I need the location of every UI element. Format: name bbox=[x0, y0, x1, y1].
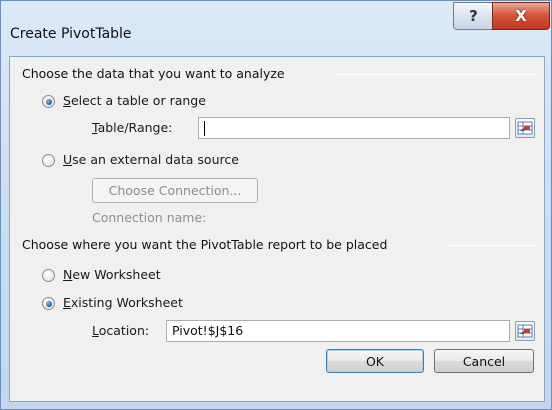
analyze-group-divider bbox=[335, 74, 538, 75]
title-bar[interactable]: Create PivotTable ? X bbox=[1, 1, 551, 53]
close-button[interactable]: X bbox=[492, 2, 550, 30]
location-label: Location: bbox=[92, 323, 150, 338]
select-range-radio[interactable] bbox=[42, 95, 55, 108]
placement-group-divider bbox=[448, 245, 538, 246]
table-range-label: Table/Range: bbox=[92, 120, 173, 135]
placement-group-label: Choose where you want the PivotTable rep… bbox=[22, 237, 388, 252]
connection-name-label: Connection name: bbox=[92, 210, 207, 225]
existing-worksheet-radio[interactable] bbox=[42, 297, 55, 310]
help-icon: ? bbox=[469, 7, 478, 25]
location-collapse-button[interactable] bbox=[515, 321, 535, 341]
location-input[interactable]: Pivot!$J$16 bbox=[166, 320, 510, 342]
cancel-button[interactable]: Cancel bbox=[434, 349, 534, 373]
new-worksheet-radio[interactable] bbox=[42, 269, 55, 282]
ok-button[interactable]: OK bbox=[326, 349, 424, 373]
window-title: Create PivotTable bbox=[10, 26, 132, 42]
choose-connection-button[interactable]: Choose Connection... bbox=[92, 178, 258, 203]
range-selector-icon bbox=[517, 121, 533, 135]
select-range-label[interactable]: Select a table or range bbox=[63, 93, 206, 108]
existing-worksheet-label[interactable]: Existing Worksheet bbox=[63, 295, 183, 310]
text-caret bbox=[204, 121, 205, 136]
external-source-label[interactable]: Use an external data source bbox=[63, 152, 239, 167]
help-button[interactable]: ? bbox=[453, 2, 493, 30]
range-selector-icon bbox=[517, 324, 533, 338]
table-range-collapse-button[interactable] bbox=[515, 118, 535, 138]
table-range-input[interactable] bbox=[198, 117, 510, 139]
create-pivottable-dialog: Create PivotTable ? X Choose the data th… bbox=[0, 0, 552, 410]
analyze-group-label: Choose the data that you want to analyze bbox=[22, 66, 285, 81]
external-source-radio[interactable] bbox=[42, 154, 55, 167]
close-icon: X bbox=[515, 7, 527, 25]
dialog-body: Choose the data that you want to analyze… bbox=[9, 56, 545, 402]
new-worksheet-label[interactable]: New Worksheet bbox=[63, 267, 161, 282]
